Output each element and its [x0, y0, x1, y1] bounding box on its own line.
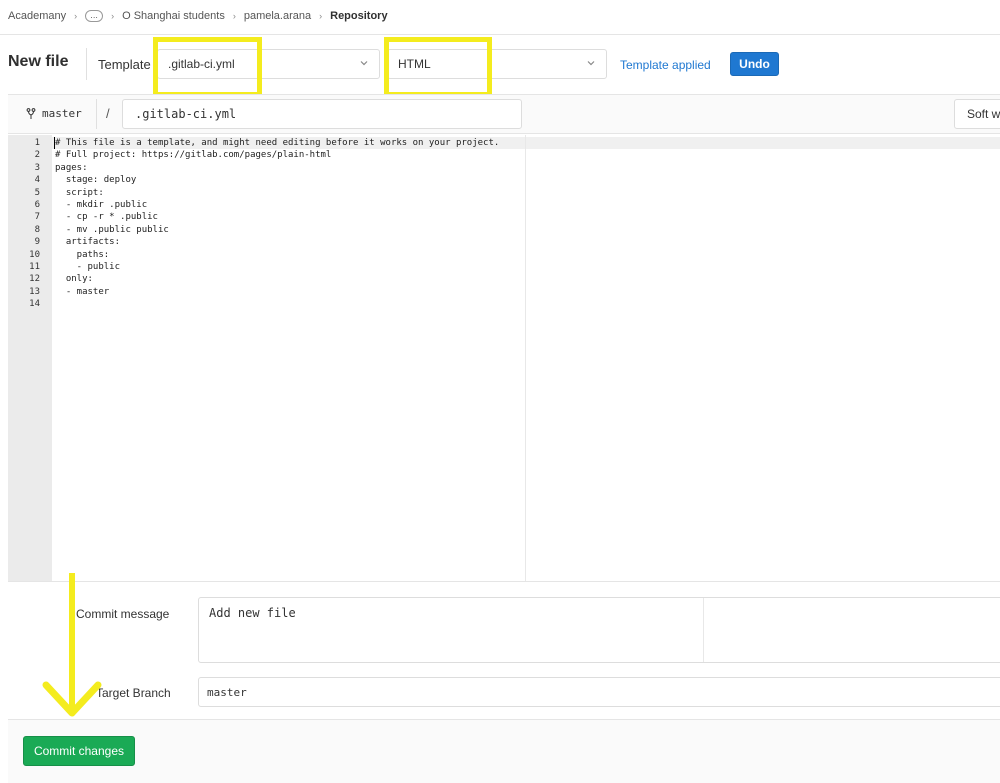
line-number: 13	[29, 286, 40, 297]
code-line: paths:	[55, 249, 110, 260]
line-number: 12	[29, 274, 40, 285]
chevron-right-icon: ›	[232, 11, 236, 21]
file-name-input[interactable]: .gitlab-ci.yml	[122, 99, 522, 129]
commit-message-textarea[interactable]: Add new file	[198, 597, 1000, 663]
branch-name: master	[26, 107, 82, 120]
annotation-highlight-box	[153, 37, 262, 97]
print-margin	[525, 135, 526, 581]
line-number: 5	[34, 187, 40, 198]
breadcrumb-group[interactable]: O Shanghai students	[122, 10, 225, 22]
divider	[96, 99, 97, 129]
print-margin	[703, 598, 704, 662]
annotation-highlight-box	[384, 37, 492, 97]
breadcrumb-academany[interactable]: Academany	[8, 10, 66, 22]
line-number: 4	[34, 175, 40, 186]
line-number: 2	[34, 150, 40, 161]
form-actions: Commit changes	[8, 719, 1000, 783]
divider	[86, 48, 87, 80]
target-branch-input[interactable]: master	[198, 677, 1000, 707]
code-line: - mv .public public	[55, 224, 169, 235]
line-number: 7	[34, 212, 40, 223]
code-line: - mkdir .public	[55, 200, 148, 210]
file-header-bar: master / .gitlab-ci.yml Soft wrap	[8, 94, 1000, 134]
code-line: only:	[55, 274, 93, 285]
line-number: 14	[29, 299, 40, 310]
chevron-down-icon	[587, 61, 595, 66]
code-line: script:	[55, 187, 104, 198]
chevron-down-icon	[360, 61, 368, 66]
soft-wrap-button[interactable]: Soft wrap	[954, 99, 1000, 129]
line-number: 9	[34, 237, 40, 248]
code-line: stage: deploy	[55, 175, 137, 186]
commit-message-value: Add new file	[209, 606, 296, 620]
line-number: 8	[34, 224, 40, 235]
chevron-right-icon: ›	[111, 11, 115, 21]
soft-wrap-label: Soft wrap	[967, 107, 1000, 121]
code-line: - cp -r * .public	[55, 212, 158, 223]
line-number: 10	[29, 249, 40, 260]
code-line: # This file is a template, and might nee…	[55, 138, 500, 148]
code-editor[interactable]: 1 2 3 4 5 6 7 8 9 10 11 12 13 14 # This file is a tem…	[8, 135, 1000, 581]
breadcrumb: Academany › … › O Shanghai students › pa…	[8, 8, 388, 24]
breadcrumb-more-button[interactable]: …	[85, 10, 104, 22]
chevron-right-icon: ›	[319, 11, 323, 21]
undo-button[interactable]: Undo	[730, 52, 779, 76]
commit-form: Commit message Add new file Target Branc…	[8, 581, 1000, 719]
code-line: pages:	[55, 162, 88, 173]
page-title: New file	[8, 53, 69, 70]
line-number-gutter: 1 2 3 4 5 6 7 8 9 10 11 12 13 14	[8, 135, 52, 581]
code-line: # Full project: https://gitlab.com/pages…	[55, 150, 332, 161]
commit-message-label: Commit message	[76, 607, 170, 621]
code-content[interactable]: # This file is a template, and might nee…	[52, 135, 1000, 581]
breadcrumb-project[interactable]: pamela.arana	[244, 10, 311, 22]
branch-label: master	[42, 107, 82, 120]
line-number: 1	[34, 138, 40, 148]
breadcrumb-repository[interactable]: Repository	[330, 10, 387, 22]
branch-icon	[26, 107, 36, 119]
line-number: 6	[34, 200, 40, 210]
target-branch-label: Target Branch	[96, 686, 171, 700]
template-label: Template	[98, 57, 151, 72]
divider	[0, 34, 1000, 35]
path-separator: /	[106, 106, 110, 121]
chevron-right-icon: ›	[74, 11, 78, 21]
commit-changes-button[interactable]: Commit changes	[23, 736, 135, 766]
line-number: 11	[29, 262, 40, 272]
code-line: artifacts:	[55, 237, 121, 248]
code-line: - public	[55, 262, 121, 272]
code-line: - master	[55, 286, 110, 297]
line-number: 3	[34, 162, 40, 173]
template-applied-status: Template applied	[620, 58, 711, 72]
